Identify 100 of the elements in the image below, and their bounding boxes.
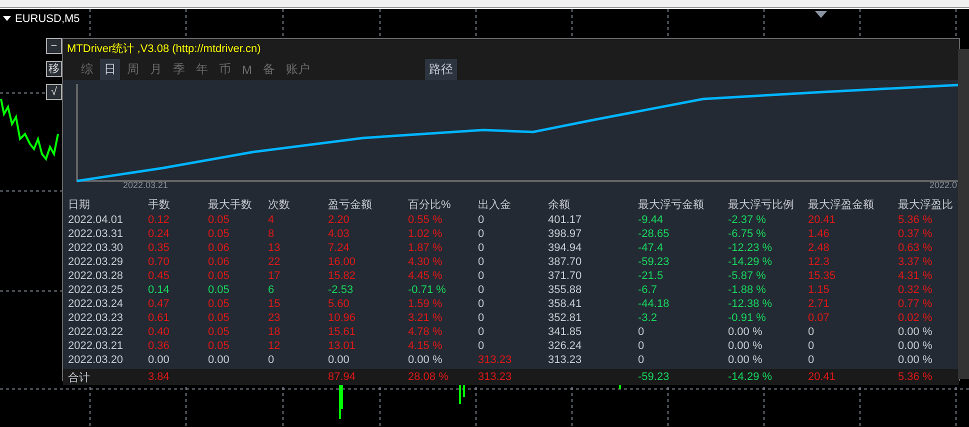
table-cell-text: -47.4: [638, 242, 664, 254]
table-cell-text: 358.41: [548, 298, 583, 310]
table-cell-text: 0: [638, 340, 646, 352]
table-cell-text: 0.00: [208, 354, 230, 366]
side-button[interactable]: √: [46, 84, 62, 100]
period-tab[interactable]: 账户: [282, 59, 314, 80]
table-cell-text: 0.02 %: [898, 312, 934, 324]
table-cell-text: 4: [268, 214, 276, 226]
table-cell-text: 2022.03.22: [68, 326, 124, 338]
period-tab[interactable]: 月: [146, 59, 166, 80]
table-cell-text: 313.23: [548, 354, 583, 366]
table-cell-text: 0.55 %: [408, 214, 444, 226]
table-cell-text: 2022.03.20: [68, 354, 124, 366]
column-header: 百分比%: [408, 198, 452, 212]
period-tab[interactable]: 综: [77, 59, 97, 80]
table-cell-text: 0: [478, 312, 486, 324]
table-cell-text: 0.05: [208, 214, 230, 226]
table-cell-text: 0.63 %: [898, 242, 934, 254]
period-tab[interactable]: 日: [100, 59, 120, 80]
table-cell-text: 2022.03.24: [68, 298, 124, 310]
table-cell-text: 7.24: [328, 242, 350, 254]
column-header: 最大浮盈金额: [808, 198, 875, 212]
table-cell-text: 0: [638, 326, 646, 338]
table-cell-text: 0.70: [148, 256, 170, 268]
side-button[interactable]: −: [46, 38, 62, 54]
table-cell-text: 3.21 %: [408, 312, 444, 324]
period-tab[interactable]: 周: [123, 59, 143, 80]
table-cell-text: 0: [808, 326, 816, 338]
period-tab[interactable]: 季: [169, 59, 189, 80]
table-cell-text: 0.77 %: [898, 298, 934, 310]
table-cell-text: 4.45 %: [408, 270, 444, 282]
axis-date-label: 2022.0: [929, 180, 957, 190]
column-header: 最大手数: [208, 198, 253, 212]
column-header: 最大浮亏比例: [728, 198, 795, 212]
table-cell-text: 0.61: [148, 312, 170, 324]
table-cell-text: -3.2: [638, 312, 658, 324]
table-cell-text: 15: [268, 298, 282, 310]
table-cell-text: 13.01: [328, 340, 357, 352]
table-cell-text: 0.05: [208, 326, 230, 338]
table-cell-text: 0.05: [208, 228, 230, 240]
table-cell-text: 28.08 %: [408, 371, 450, 383]
table-cell-text: 0.24: [148, 228, 170, 240]
column-header: 最大浮盈比: [898, 198, 954, 212]
table-cell-text: 12: [268, 340, 282, 352]
table-cell-text: 1.59 %: [408, 298, 444, 310]
table-cell-text: 2022.03.30: [68, 242, 124, 254]
table-cell-text: 0.47: [148, 298, 170, 310]
table-cell-text: 0: [808, 354, 816, 366]
table-cell-text: 0: [268, 354, 276, 366]
table-cell-text: 87.94: [328, 371, 357, 383]
table-cell-text: -12.23 %: [728, 242, 774, 254]
table-cell-text: 341.85: [548, 326, 583, 338]
table-cell-text: -1.88 %: [728, 284, 767, 296]
period-tab[interactable]: M: [238, 60, 256, 78]
table-cell-text: 2022.03.31: [68, 228, 124, 240]
table-cell-text: 3.37 %: [898, 256, 934, 268]
table-cell-text: 313.23: [478, 371, 513, 383]
table-cell-text: -6.7: [638, 284, 658, 296]
chart-symbol-label: EURUSD,M5: [15, 13, 80, 25]
table-cell-text: 0: [478, 326, 486, 338]
period-tab[interactable]: 币: [215, 59, 235, 80]
table-cell-text: 0.40: [148, 326, 170, 338]
table-cell-text: 0.00: [148, 354, 170, 366]
table-cell-text: 1.15: [808, 284, 830, 296]
table-cell-text: 0.37 %: [898, 228, 934, 240]
table-cell-text: 8: [268, 228, 276, 240]
path-button[interactable]: 路径: [425, 59, 457, 80]
table-cell-text: 0: [478, 284, 486, 296]
table-cell-text: -2.37 %: [728, 214, 767, 226]
column-header: 次数: [268, 198, 291, 212]
column-header: 最大浮亏金额: [638, 198, 705, 212]
table-cell-text: 352.81: [548, 312, 583, 324]
table-cell-text: 4.30 %: [408, 256, 444, 268]
table-cell-text: 355.88: [548, 284, 583, 296]
table-cell-text: 20.41: [808, 371, 837, 383]
period-tab[interactable]: 备: [259, 59, 279, 80]
table-cell-text: 0.06: [208, 242, 230, 254]
table-cell-text: 0.35: [148, 242, 170, 254]
table-cell-text: -59.23: [638, 371, 670, 383]
table-cell-text: 合计: [68, 370, 91, 384]
panel-title: MTDriver统计 ,V3.08 (http://mtdriver.cn): [63, 39, 959, 59]
table-cell-text: 2022.03.21: [68, 340, 124, 352]
table-cell-text: 1.87 %: [408, 242, 444, 254]
table-cell-text: 10.96: [328, 312, 357, 324]
table-cell-text: 0.00 %: [898, 340, 934, 352]
table-cell-text: 5.36 %: [898, 214, 934, 226]
table-cell-text: 2022.03.23: [68, 312, 124, 324]
dropdown-triangle-icon[interactable]: [3, 16, 11, 22]
table-cell-text: 0: [478, 214, 486, 226]
table-cell-text: 2.48: [808, 242, 830, 254]
table-cell-text: 20.41: [808, 214, 837, 226]
period-tab[interactable]: 年: [192, 59, 212, 80]
table-cell-text: 6: [268, 284, 276, 296]
table-cell-text: 18: [268, 326, 282, 338]
side-button[interactable]: 移: [46, 61, 62, 77]
table-cell-text: 2022.04.01: [68, 214, 124, 226]
scrollbar[interactable]: [958, 49, 969, 379]
table-cell-text: -28.65: [638, 228, 670, 240]
table-cell-text: 0.12: [148, 214, 170, 226]
table-cell-text: 5.36 %: [898, 371, 934, 383]
